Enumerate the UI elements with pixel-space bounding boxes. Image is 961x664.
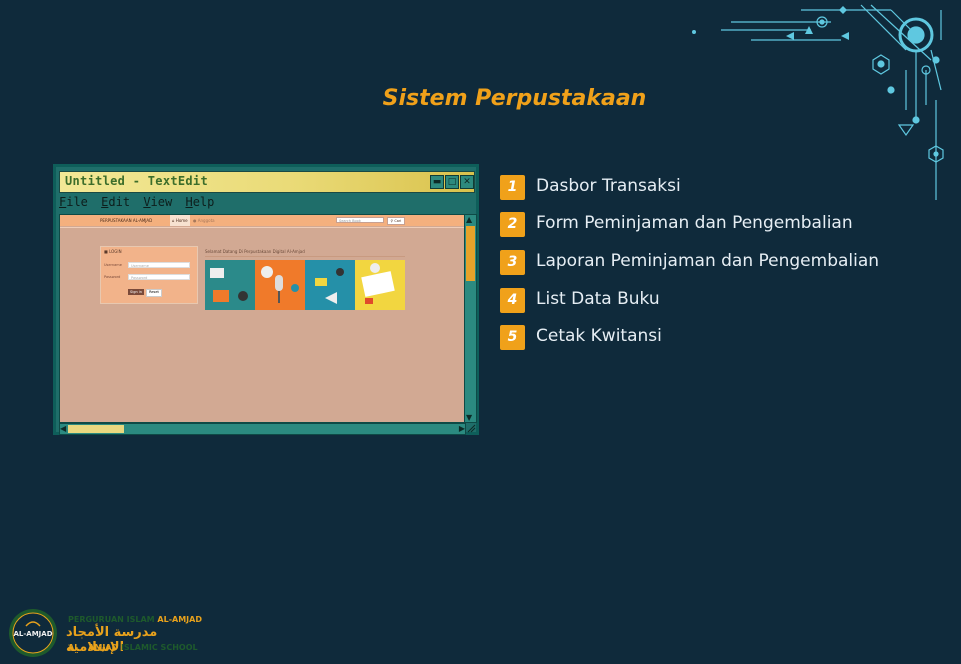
school-name-line3: AL - AMJAD ISLAMIC SCHOOL xyxy=(68,643,198,652)
list-number-badge: 3 xyxy=(500,250,525,275)
menu-view[interactable]: View xyxy=(143,195,172,209)
list-item-label: Cetak Kwitansi xyxy=(536,326,662,346)
list-item: 1 Dasbor Transaksi xyxy=(500,174,940,200)
username-label: Username xyxy=(104,263,122,267)
list-item-label: List Data Buku xyxy=(536,289,660,309)
scroll-up-icon[interactable]: ▲ xyxy=(466,215,472,224)
list-item: 3 Laporan Peminjaman dan Pengembalian xyxy=(500,249,940,275)
school-logo: AL-AMJAD xyxy=(9,609,57,657)
list-number-badge: 1 xyxy=(500,175,525,200)
textedit-window: Untitled - TextEdit ▬ □ ✕ File Edit View… xyxy=(53,164,479,435)
menubar: File Edit View Help xyxy=(59,195,475,211)
school-name-line1: PERGURUAN ISLAM AL-AMJAD xyxy=(68,615,202,624)
list-number-badge: 5 xyxy=(500,325,525,350)
site-brand[interactable]: PERPUSTAKAAN AL-AMJAD xyxy=(100,218,152,223)
vertical-scrollbar[interactable]: ▲ ▼ xyxy=(464,214,477,423)
list-item-label: Form Peminjaman dan Pengembalian xyxy=(536,213,853,233)
nav-divider xyxy=(60,227,465,228)
site-tab-anggota[interactable]: ● Anggota xyxy=(193,218,215,223)
password-label: Password xyxy=(104,275,121,279)
site-tab-home[interactable]: ⌂ Home xyxy=(170,215,190,226)
list-item: 4 List Data Buku xyxy=(500,287,940,313)
scroll-left-icon[interactable]: ◀ xyxy=(60,424,66,433)
signin-button[interactable]: Sign in xyxy=(128,289,144,295)
slide-title: Sistem Perpustakaan xyxy=(382,86,647,111)
window-content: PERPUSTAKAAN AL-AMJAD ⌂ Home ● Anggota S… xyxy=(59,214,466,423)
vertical-scroll-thumb[interactable] xyxy=(466,226,475,281)
window-titlebar[interactable]: Untitled - TextEdit ▬ □ ✕ xyxy=(59,171,475,193)
login-heading: ■ LOGIN xyxy=(104,249,122,254)
scroll-down-icon[interactable]: ▼ xyxy=(466,413,472,422)
site-search-input[interactable]: Search Book xyxy=(336,217,384,223)
media-banner-image xyxy=(205,260,405,310)
maximize-icon[interactable]: □ xyxy=(445,175,459,189)
resize-grip-icon[interactable] xyxy=(466,423,476,433)
accent-dot xyxy=(692,30,696,34)
list-number-badge: 4 xyxy=(500,288,525,313)
menu-edit[interactable]: Edit xyxy=(101,195,130,209)
horizontal-scroll-thumb[interactable] xyxy=(68,425,124,433)
list-item-label: Laporan Peminjaman dan Pengembalian xyxy=(536,251,880,271)
horizontal-scrollbar[interactable]: ◀ ▶ xyxy=(59,423,466,435)
reset-button[interactable]: Reset xyxy=(146,289,162,297)
list-item: 5 Cetak Kwitansi xyxy=(500,324,940,350)
list-item: 2 Form Peminjaman dan Pengembalian xyxy=(500,211,940,237)
window-title: Untitled - TextEdit xyxy=(65,174,208,188)
close-icon[interactable]: ✕ xyxy=(460,175,474,189)
list-number-badge: 2 xyxy=(500,212,525,237)
site-navbar: PERPUSTAKAAN AL-AMJAD ⌂ Home ● Anggota S… xyxy=(60,215,465,226)
list-item-label: Dasbor Transaksi xyxy=(536,176,681,196)
welcome-text: Selamat Datang Di Perpustakaan Digital A… xyxy=(205,249,305,254)
login-panel: ■ LOGIN Username Username Password Passw… xyxy=(100,246,198,304)
menu-help[interactable]: Help xyxy=(185,195,214,209)
menu-file[interactable]: File xyxy=(59,195,88,209)
scroll-right-icon[interactable]: ▶ xyxy=(459,424,465,433)
username-field[interactable]: Username xyxy=(128,262,190,268)
welcome-divider xyxy=(205,256,405,257)
logo-text: AL-AMJAD xyxy=(14,630,53,638)
site-search-button[interactable]: ⚲ Cari xyxy=(387,217,405,225)
minimize-icon[interactable]: ▬ xyxy=(430,175,444,189)
password-field[interactable]: Password xyxy=(128,274,190,280)
